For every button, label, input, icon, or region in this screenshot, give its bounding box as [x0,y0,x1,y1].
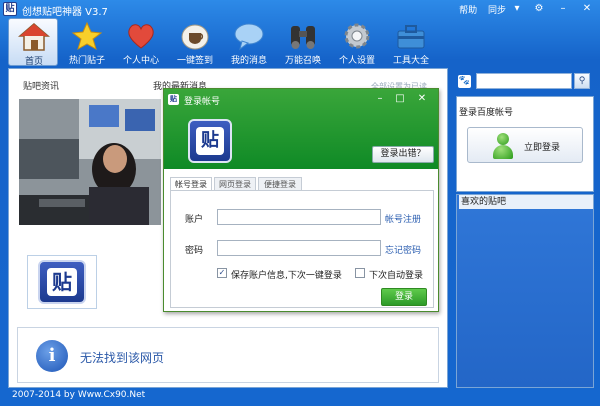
baidu-login-heading: 登录百度帐号 [459,108,514,118]
tab-hot-posts-label: 热门贴子 [68,56,105,66]
sync-link[interactable]: 同步 [488,6,506,16]
tieba-search-input[interactable] [476,73,572,89]
user-icon [492,133,514,159]
right-panel: 🐾 ⚲ 登录百度帐号 立即登录 喜欢的贴吧 [456,68,594,388]
title-bar: 贴 创想贴吧神器 V3.7 帮助 同步 ▾ ⚙ – ✕ [0,0,600,18]
tieba-search-bar: 🐾 ⚲ [456,72,594,90]
tab-tools-label: 工具大全 [392,56,429,66]
page-error-box: i 无法找到该网页 [17,327,439,383]
favorite-bars-panel: 喜欢的贴吧 [456,194,594,388]
dialog-tieba-logo-icon: 贴 [188,119,232,163]
news-photo[interactable] [19,99,161,225]
copyright-footer: 2007-2014 by Www.Cx90.Net [12,390,146,400]
news-tab[interactable]: 贴吧资讯 [23,79,59,92]
heart-icon [125,21,157,51]
dialog-app-icon: 贴 [168,94,179,105]
login-error-button[interactable]: 登录出错？ [372,146,434,163]
gear-icon [341,21,373,51]
help-link[interactable]: 帮助 [459,6,477,16]
minimize-button[interactable]: – [554,1,572,17]
window-title: 创想贴吧神器 V3.7 [22,7,108,18]
close-button[interactable]: ✕ [578,1,596,17]
account-label: 账户 [185,215,204,225]
dialog-close-button[interactable]: ✕ [414,92,430,106]
password-label: 密码 [185,246,204,256]
tab-summon-label: 万能召唤 [284,56,321,66]
dialog-logo-char: 贴 [196,127,224,155]
login-form: 账户 帐号注册 密码 忘记密码 ✓ 保存账户信息,下次一键登录 下次自动登录 登… [170,190,434,308]
tab-settings-label: 个人设置 [338,56,375,66]
logo-char: 贴 [47,268,77,296]
dialog-minimize-button[interactable]: – [372,92,388,106]
tab-settings[interactable]: 个人设置 [332,18,382,66]
tab-summon[interactable]: 万能召唤 [278,18,328,66]
tab-sign-in[interactable]: 一键签到 [170,18,220,66]
tab-web-login[interactable]: 网页登录 [214,177,256,191]
app-window: 贴 创想贴吧神器 V3.7 帮助 同步 ▾ ⚙ – ✕ 首页 热门贴子 个人中心… [0,0,600,406]
login-dialog-title: 登录帐号 [184,97,221,107]
info-icon: i [36,340,68,372]
auto-login-label: 下次自动登录 [369,271,424,281]
forgot-password-link[interactable]: 忘记密码 [385,243,421,256]
star-icon [71,21,103,51]
save-account-label: 保存账户信息,下次一键登录 [231,271,342,281]
favorite-bars-heading: 喜欢的贴吧 [459,195,593,209]
tab-quick-login[interactable]: 便捷登录 [258,177,302,191]
search-icon[interactable]: ⚲ [574,73,590,89]
save-account-checkbox[interactable]: ✓ [217,268,227,278]
binoculars-icon [287,21,319,51]
tab-home[interactable]: 首页 [8,18,58,67]
password-input[interactable] [217,240,381,256]
app-logo-icon: 贴 [3,2,17,16]
tab-messages-label: 我的消息 [230,56,267,66]
chat-bubble-icon [233,21,265,51]
main-toolbar: 首页 热门贴子 个人中心 一键签到 我的消息 万能召唤 个人设置 工具大全 [8,18,438,67]
home-icon [17,22,51,52]
tieba-logo-icon: 贴 [38,260,86,304]
tab-profile[interactable]: 个人中心 [116,18,166,66]
register-link[interactable]: 帐号注册 [385,212,421,225]
tab-home-label: 首页 [24,57,43,67]
dialog-maximize-button[interactable]: □ [392,92,408,106]
account-input[interactable] [217,209,381,225]
login-button[interactable]: 登录 [381,288,427,306]
tab-sign-in-label: 一键签到 [176,56,213,66]
tab-profile-label: 个人中心 [122,56,159,66]
tab-tools[interactable]: 工具大全 [386,18,436,66]
title-links: 帮助 同步 [451,3,506,16]
tab-hot-posts[interactable]: 热门贴子 [62,18,112,66]
page-error-text: 无法找到该网页 [80,351,165,365]
login-now-button[interactable]: 立即登录 [467,127,583,163]
login-now-label: 立即登录 [524,143,561,153]
login-dialog-header: 贴 登录帐号 – □ ✕ 贴 登录出错？ [164,89,438,169]
cup-icon [179,21,211,51]
skin-icon[interactable]: ▾ [508,1,526,17]
baidu-login-panel: 登录百度帐号 立即登录 [456,96,594,192]
paw-icon: 🐾 [458,75,471,88]
app-logo-box: 贴 [27,255,97,309]
settings-icon[interactable]: ⚙ [530,1,548,17]
tab-account-login[interactable]: 帐号登录 [170,177,212,191]
login-dialog: 贴 登录帐号 – □ ✕ 贴 登录出错？ 帐号登录 网页登录 便捷登录 账户 帐… [163,88,439,312]
tab-messages[interactable]: 我的消息 [224,18,274,66]
auto-login-checkbox[interactable] [355,268,365,278]
toolbox-icon [395,21,427,51]
